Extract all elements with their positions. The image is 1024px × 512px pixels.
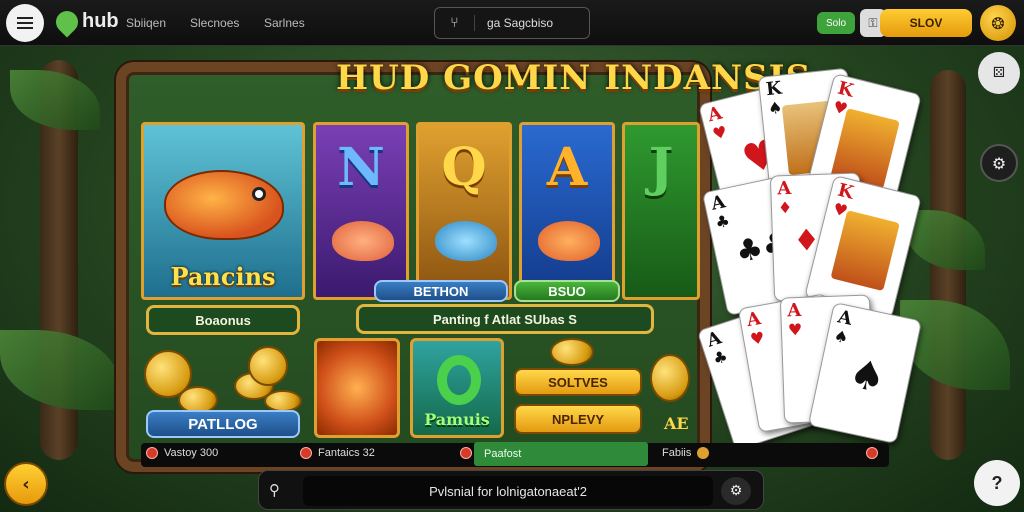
corner-text: AE — [664, 414, 689, 433]
info-item-4[interactable]: Fabiis — [662, 447, 710, 459]
letter-tile-n[interactable]: N — [313, 122, 409, 300]
share-icon[interactable]: ⚙ — [721, 477, 751, 505]
leaf-logo-icon — [51, 5, 83, 38]
menu-button[interactable] — [6, 4, 44, 42]
letter-n: N — [337, 137, 385, 198]
gold-coin — [248, 346, 288, 386]
gold-coin — [264, 390, 302, 412]
gold-coin — [550, 338, 594, 366]
red-dot-icon — [460, 447, 472, 459]
dice-icon[interactable]: ⚄ — [978, 52, 1020, 94]
coins-icon[interactable]: ❂ — [980, 5, 1016, 41]
soltves-button[interactable]: SOLTVES — [514, 368, 642, 396]
pamuis-tile[interactable]: Pamuis — [410, 338, 504, 438]
chevron-left-icon[interactable]: ‹ — [4, 462, 48, 506]
letter-tile-a[interactable]: A — [519, 122, 615, 300]
help-button[interactable]: ? — [974, 460, 1020, 506]
ring-icon — [437, 355, 481, 405]
spade-suit-icon: ♠ — [767, 97, 784, 119]
card-face: ♠ — [833, 336, 901, 417]
gold-coin — [650, 354, 690, 402]
pamuis-label: Pamuis — [424, 410, 490, 429]
logo[interactable]: hub — [51, 5, 119, 38]
patllog-button[interactable]: PATLLOG — [146, 410, 300, 438]
bonus-button[interactable]: Boaonus — [146, 305, 300, 335]
letter-a: A — [546, 137, 588, 198]
letter-tile-j[interactable]: J — [622, 122, 700, 300]
bsuo-button[interactable]: BSUO — [514, 280, 620, 302]
nav-link-3[interactable]: Sarlnes — [264, 16, 305, 30]
letter-tile-q[interactable]: Q — [416, 122, 512, 300]
nav-link-1[interactable]: Sbiiqen — [126, 16, 166, 30]
info-item-3-dot — [460, 447, 472, 459]
diamond-suit-icon: ♦ — [777, 197, 793, 218]
nav-link-2[interactable]: Slecnoes — [190, 16, 239, 30]
fish-icon — [435, 221, 497, 261]
red-dot-icon — [146, 447, 158, 459]
nplevy-button[interactable]: NPLEVY — [514, 404, 642, 434]
fish-icon — [538, 221, 600, 261]
fish-eye — [252, 187, 266, 201]
leaf-decoration — [0, 330, 120, 410]
top-search-text: ga Sagcbiso — [487, 16, 554, 30]
slot-button[interactable]: SLOV — [880, 9, 972, 37]
card-face — [830, 210, 900, 292]
leaf-decoration — [10, 70, 100, 130]
info-item-4-label: Fabiis — [662, 447, 692, 459]
info-item-2-label: Fantaics 32 — [318, 447, 375, 459]
info-item-2[interactable]: Fantaics 32 — [300, 447, 375, 459]
fish-icon — [164, 170, 284, 240]
fish-game-tile[interactable]: Pancins — [141, 122, 305, 300]
search-icon[interactable]: ⚲ — [269, 481, 280, 499]
solo-toggle[interactable]: Solo — [817, 12, 855, 34]
fish-icon — [332, 221, 394, 261]
info-item-1-label: Vastoy 300 — [164, 447, 219, 459]
card-rank: A — [776, 177, 792, 200]
hamburger-icon — [17, 22, 33, 24]
card-rank: K — [764, 77, 783, 101]
red-dot-icon — [866, 447, 878, 459]
bottom-search-bar: ⚲ Pvlsnial for lolnigatonaeat'2 ⚙ — [258, 470, 764, 510]
heart-suit-icon: ♥ — [748, 327, 767, 349]
info-item-5[interactable] — [866, 447, 878, 459]
bethon-button[interactable]: BETHON — [374, 280, 508, 302]
top-bar: hub Sbiiqen Slecnoes Sarlnes ⑂ ga Sagcbi… — [0, 0, 1024, 46]
logo-text: hub — [82, 10, 119, 32]
gear-icon[interactable]: ⚙ — [980, 144, 1018, 182]
game-title: HUD GOMIN INDANSIS — [336, 58, 812, 98]
red-dot-icon — [300, 447, 312, 459]
info-item-3[interactable]: Paafost — [474, 442, 648, 466]
shell-tile[interactable] — [314, 338, 400, 438]
fork-icon: ⑂ — [435, 15, 475, 31]
heart-suit-icon: ♥ — [787, 319, 803, 340]
coin-icon — [697, 447, 710, 459]
fish-tile-caption: Pancins — [170, 262, 276, 291]
banner-button[interactable]: Panting f Atlat SUbas S — [356, 304, 654, 334]
letter-q: Q — [441, 137, 487, 198]
bottom-search-input[interactable]: Pvlsnial for lolnigatonaeat'2 — [303, 476, 713, 506]
card-rank: A — [786, 299, 802, 322]
info-item-1[interactable]: Vastoy 300 — [146, 447, 218, 459]
leaf-decoration — [905, 210, 985, 270]
letter-j: J — [648, 137, 674, 198]
top-search[interactable]: ⑂ ga Sagcbiso — [434, 7, 590, 39]
